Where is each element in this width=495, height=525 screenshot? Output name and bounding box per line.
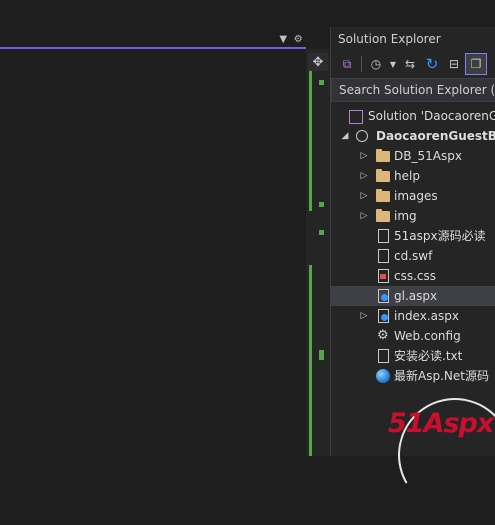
- folder-icon: [376, 149, 390, 162]
- web-link-icon: [376, 369, 390, 383]
- code-editor[interactable]: ▼ ⚙: [0, 0, 306, 456]
- change-marker: [319, 202, 324, 207]
- tree-item-file[interactable]: ▷ index.aspx: [331, 306, 495, 326]
- refresh-icon[interactable]: ↻: [422, 54, 442, 74]
- collapse-all-icon[interactable]: ⊟: [444, 54, 464, 74]
- tree-item-label: DB_51Aspx: [394, 149, 462, 163]
- watermark-logo: 51Aspx: [388, 408, 494, 439]
- tree-item-file[interactable]: 51aspx源码必读: [331, 226, 495, 246]
- tree-item-label: img: [394, 209, 417, 223]
- change-marker: [319, 230, 324, 235]
- website-globe-icon: [356, 130, 368, 142]
- editor-tab-tools: ▼ ⚙: [276, 31, 306, 47]
- expanded-arrow-icon[interactable]: ◢: [339, 126, 351, 146]
- tree-item-file-selected[interactable]: gl.aspx: [331, 286, 495, 306]
- tree-item-folder[interactable]: ▷ images: [331, 186, 495, 206]
- tab-dropdown-icon[interactable]: ▼: [279, 34, 287, 45]
- tree-item-folder[interactable]: ▷ img: [331, 206, 495, 226]
- collapsed-arrow-icon[interactable]: ▷: [358, 206, 370, 226]
- file-icon: [378, 249, 389, 263]
- tree-item-file[interactable]: 安装必读.txt: [331, 346, 495, 366]
- editor-tab-underline: [0, 47, 306, 49]
- collapsed-arrow-icon[interactable]: ▷: [358, 146, 370, 166]
- vs-switch-icon[interactable]: ⧉: [337, 54, 357, 74]
- tree-item-file[interactable]: cd.swf: [331, 246, 495, 266]
- search-input[interactable]: Search Solution Explorer (C: [331, 78, 495, 102]
- tree-item-project[interactable]: ◢ DaocaorenGuestB: [331, 126, 495, 146]
- file-icon: [378, 349, 389, 363]
- dropdown-arrow-icon[interactable]: ▼: [388, 54, 398, 74]
- file-icon: [378, 229, 389, 243]
- sync-with-active-icon[interactable]: ⇆: [400, 54, 420, 74]
- tree-item-folder[interactable]: ▷ DB_51Aspx: [331, 146, 495, 166]
- folder-icon: [376, 209, 390, 222]
- tree-item-label: cd.swf: [394, 249, 433, 263]
- split-window-icon[interactable]: ✥: [308, 53, 328, 71]
- folder-icon: [376, 169, 390, 182]
- tree-item-label: 安装必读.txt: [394, 349, 463, 363]
- settings-gear-icon[interactable]: ⚙: [294, 34, 303, 45]
- show-all-files-icon[interactable]: ❐: [465, 53, 487, 75]
- aspx-file-icon: [378, 309, 389, 323]
- solution-explorer-toolbar: ⧉ ◷ ▼ ⇆ ↻ ⊟ ❐: [331, 51, 495, 77]
- collapsed-arrow-icon[interactable]: ▷: [358, 186, 370, 206]
- collapsed-arrow-icon[interactable]: ▷: [358, 166, 370, 186]
- config-gear-icon: ⚙: [377, 328, 389, 343]
- tree-item-label: Web.config: [394, 329, 461, 343]
- tree-item-label: 51aspx源码必读: [394, 229, 486, 243]
- css-file-icon: [378, 269, 389, 283]
- tree-item-file[interactable]: 最新Asp.Net源码: [331, 366, 495, 386]
- history-clock-icon[interactable]: ◷: [366, 54, 386, 74]
- collapsed-arrow-icon[interactable]: ▷: [358, 306, 370, 326]
- solution-explorer: Solution Explorer ⧉ ◷ ▼ ⇆ ↻ ⊟ ❐ Search S…: [330, 27, 495, 456]
- solution-tree: Solution 'DaocaorenG ◢ DaocaorenGuestB ▷…: [331, 106, 495, 386]
- panel-title: Solution Explorer: [338, 32, 441, 46]
- change-marker-bar: [309, 71, 312, 211]
- tree-item-label: 最新Asp.Net源码: [394, 369, 489, 383]
- tree-item-file[interactable]: css.css: [331, 266, 495, 286]
- solution-icon: [349, 110, 363, 124]
- tree-item-solution[interactable]: Solution 'DaocaorenG: [331, 106, 495, 126]
- tree-item-label: images: [394, 189, 438, 203]
- toolbar-separator: [361, 56, 362, 72]
- tree-item-folder[interactable]: ▷ help: [331, 166, 495, 186]
- tree-item-file[interactable]: ⚙ Web.config: [331, 326, 495, 346]
- change-marker-bar: [309, 265, 312, 456]
- aspx-file-icon: [378, 289, 389, 303]
- change-marker: [319, 350, 324, 360]
- tree-item-label: Solution 'DaocaorenG: [368, 109, 495, 123]
- tree-item-label: css.css: [394, 269, 437, 283]
- change-marker: [319, 80, 324, 85]
- folder-icon: [376, 189, 390, 202]
- tree-item-label: help: [394, 169, 420, 183]
- tree-item-label: DaocaorenGuestB: [376, 129, 495, 143]
- tree-item-label: index.aspx: [394, 309, 459, 323]
- tree-item-label: gl.aspx: [394, 289, 438, 303]
